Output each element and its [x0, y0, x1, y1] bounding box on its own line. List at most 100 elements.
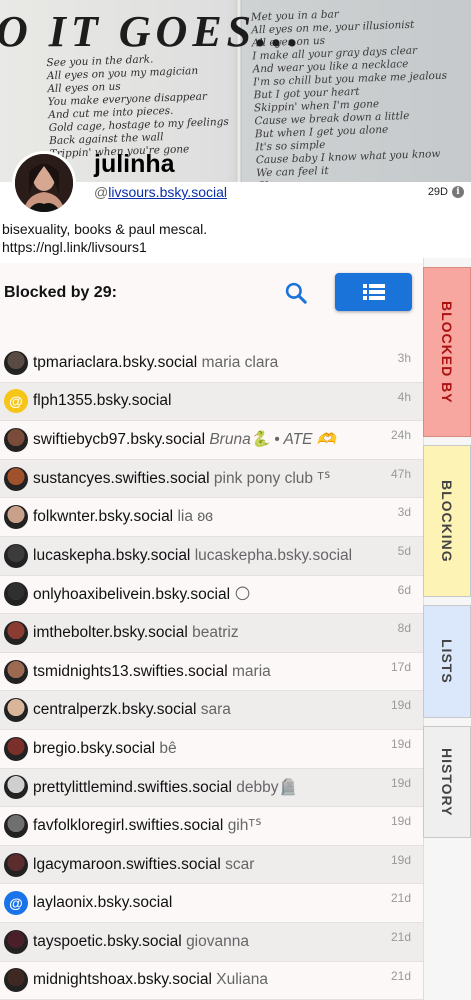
- tab-history[interactable]: HISTORY: [423, 726, 471, 838]
- avatar: [4, 852, 28, 877]
- profile-display-name: julinha: [94, 150, 175, 178]
- list-item-handle: swiftiebycb97.bsky.social Bruna🐍 • ATE 🫶: [33, 430, 336, 449]
- blocked-by-list: tpmariaclara.bsky.social maria clara 3h @ f…: [0, 344, 423, 1000]
- list-item[interactable]: @ laylaonix.bsky.social 21d: [0, 884, 423, 923]
- timestamp: 3h: [397, 351, 411, 365]
- tab-blocked-by[interactable]: BLOCKED BY: [423, 267, 471, 437]
- tab-label: LISTS: [439, 639, 455, 684]
- display-name: gihᵀᔆ: [227, 817, 262, 835]
- avatar: [4, 505, 28, 530]
- avatar: [4, 775, 28, 800]
- handle-text[interactable]: flph1355.bsky.social: [33, 392, 171, 409]
- handle-text[interactable]: imthebolter.bsky.social: [33, 624, 188, 641]
- list-item-handle: prettylittlemind.swifties.social debby🪦: [33, 778, 298, 797]
- list-item[interactable]: lucaskepha.bsky.social lucaskepha.bsky.s…: [0, 536, 423, 576]
- search-button[interactable]: [283, 280, 309, 306]
- avatar: [4, 659, 28, 684]
- handle-text[interactable]: folkwnter.bsky.social: [33, 508, 173, 525]
- list-item[interactable]: bregio.bsky.social bê 19d: [0, 729, 423, 769]
- display-name: scar: [225, 855, 255, 873]
- page: { "banner": { "title": "O IT GOES...", "…: [0, 0, 471, 1000]
- list-item[interactable]: onlyhoaxibelivein.bsky.social 🌕 6d: [0, 575, 423, 615]
- list-item-handle: tpmariaclara.bsky.social maria clara: [33, 354, 278, 372]
- profile-handle: @livsours.bsky.social: [94, 184, 227, 200]
- timestamp: 21d: [390, 968, 411, 983]
- display-name: sara: [200, 701, 231, 719]
- list-item[interactable]: favfolkloregirl.swifties.social gihᵀᔆ 19d: [0, 807, 423, 846]
- timestamp: 19d: [390, 736, 411, 751]
- timestamp: 21d: [390, 929, 411, 944]
- display-name: lia ʚɞ: [177, 508, 213, 526]
- list-item[interactable]: midnightshoax.bsky.social Xuliana 21d: [0, 961, 423, 1000]
- timestamp: 4h: [397, 389, 411, 404]
- list-item-handle: centralperzk.bsky.social sara: [33, 701, 231, 719]
- timestamp: 21d: [390, 891, 411, 906]
- handle-text[interactable]: bregio.bsky.social: [33, 740, 155, 757]
- avatar: [4, 350, 28, 375]
- handle-text[interactable]: centralperzk.bsky.social: [33, 701, 196, 718]
- handle-text[interactable]: tsmidnights13.swifties.social: [33, 663, 228, 680]
- timestamp: 19d: [390, 698, 411, 713]
- tab-lists[interactable]: LISTS: [423, 605, 471, 718]
- handle-text[interactable]: sustancyes.swifties.social: [33, 470, 210, 487]
- timestamp: 5d: [397, 543, 411, 558]
- handle-text[interactable]: tayspoetic.bsky.social: [33, 933, 182, 950]
- display-name: giovanna: [186, 932, 249, 950]
- timestamp: 47h: [390, 466, 411, 481]
- display-name: 🌕: [234, 585, 251, 603]
- avatar: [4, 582, 28, 607]
- list-item[interactable]: tpmariaclara.bsky.social maria clara 3h: [0, 344, 423, 383]
- list-item-handle: laylaonix.bsky.social: [33, 894, 172, 912]
- handle-text[interactable]: tpmariaclara.bsky.social: [33, 354, 197, 371]
- avatar: [4, 813, 28, 838]
- list-item-handle: tsmidnights13.swifties.social maria: [33, 663, 271, 681]
- handle-text[interactable]: prettylittlemind.swifties.social: [33, 779, 232, 796]
- avatar: [4, 929, 28, 954]
- list-view-button[interactable]: [335, 273, 412, 311]
- list-item-handle: flph1355.bsky.social: [33, 392, 171, 410]
- handle-text[interactable]: favfolkloregirl.swifties.social: [33, 817, 223, 834]
- list-item-handle: tayspoetic.bsky.social giovanna: [33, 933, 249, 951]
- list-item[interactable]: centralperzk.bsky.social sara 19d: [0, 691, 423, 730]
- display-name: beatriz: [192, 623, 239, 641]
- display-name: maria clara: [201, 353, 279, 371]
- list-item[interactable]: prettylittlemind.swifties.social debby🪦 1…: [0, 768, 423, 808]
- list-item[interactable]: sustancyes.swifties.social pink pony clu…: [0, 459, 423, 499]
- list-item[interactable]: @ flph1355.bsky.social 4h: [0, 382, 423, 422]
- list-item[interactable]: tayspoetic.bsky.social giovanna 21d: [0, 922, 423, 962]
- timestamp: 24h: [390, 428, 411, 443]
- handle-text[interactable]: swiftiebycb97.bsky.social: [33, 431, 205, 448]
- avatar: [4, 620, 28, 645]
- bio-link[interactable]: https://ngl.link/livsours1: [2, 238, 207, 256]
- account-age-value: 29D: [427, 186, 448, 198]
- list-view-icon: [362, 284, 385, 300]
- list-item[interactable]: folkwnter.bsky.social lia ʚɞ 3d: [0, 498, 423, 537]
- list-item[interactable]: tsmidnights13.swifties.social maria 17d: [0, 652, 423, 692]
- display-name: maria: [232, 662, 271, 680]
- list-item[interactable]: lgacymaroon.swifties.social scar 19d: [0, 845, 423, 885]
- timestamp: 19d: [390, 775, 411, 790]
- list-item-handle: sustancyes.swifties.social pink pony clu…: [33, 469, 331, 488]
- tab-blocking[interactable]: BLOCKING: [423, 445, 471, 597]
- handle-text[interactable]: lgacymaroon.swifties.social: [33, 856, 221, 873]
- handle-text[interactable]: onlyhoaxibelivein.bsky.social: [33, 586, 230, 603]
- at-sign-icon: @: [4, 891, 28, 916]
- info-icon[interactable]: i: [452, 186, 464, 198]
- list-item-handle: folkwnter.bsky.social lia ʚɞ: [33, 508, 213, 526]
- handle-text[interactable]: laylaonix.bsky.social: [33, 894, 172, 911]
- display-name: lucaskepha.bsky.social: [194, 546, 353, 564]
- list-item[interactable]: imthebolter.bsky.social beatriz 8d: [0, 614, 423, 653]
- list-item-handle: bregio.bsky.social bê: [33, 740, 177, 758]
- display-name: debby🪦: [236, 778, 298, 796]
- list-item-handle: imthebolter.bsky.social beatriz: [33, 624, 239, 642]
- timestamp: 3d: [397, 505, 411, 520]
- display-name: Bruna🐍 • ATE 🫶: [209, 431, 337, 449]
- handle-text[interactable]: lucaskepha.bsky.social: [33, 547, 190, 564]
- avatar: [4, 466, 28, 491]
- bio-line: bisexuality, books & paul mescal.: [2, 221, 208, 237]
- profile-avatar[interactable]: [12, 151, 76, 215]
- timestamp: 19d: [390, 814, 411, 829]
- handle-text[interactable]: midnightshoax.bsky.social: [33, 971, 212, 988]
- list-item[interactable]: swiftiebycb97.bsky.social Bruna🐍 • ATE 🫶…: [0, 421, 423, 460]
- profile-handle-link[interactable]: livsours.bsky.social: [108, 184, 227, 200]
